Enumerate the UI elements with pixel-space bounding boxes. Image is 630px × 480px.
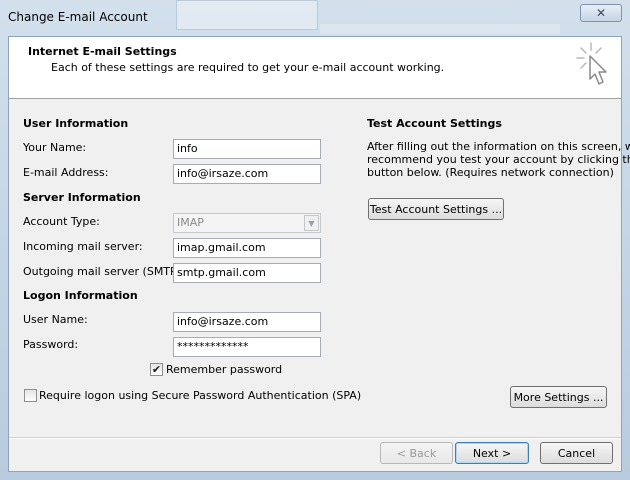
outgoing-server-label: Outgoing mail server (SMTP): (23, 265, 185, 278)
user-information-heading: User Information (23, 117, 129, 130)
remember-password-checkbox[interactable]: ✔ (150, 363, 163, 376)
test-description-line: button below. (Requires network connecti… (367, 166, 614, 179)
remember-password-label: Remember password (166, 363, 283, 376)
account-type-value: IMAP (177, 216, 204, 229)
server-information-heading: Server Information (23, 191, 141, 204)
password-label: Password: (23, 338, 79, 351)
close-button[interactable]: ✕ (580, 4, 622, 22)
outgoing-server-field[interactable]: smtp.gmail.com (173, 263, 321, 283)
incoming-server-label: Incoming mail server: (23, 240, 143, 253)
spa-label: Require logon using Secure Password Auth… (39, 389, 362, 402)
test-account-heading: Test Account Settings (367, 117, 502, 130)
close-icon: ✕ (595, 6, 607, 20)
test-description-line: After filling out the information on thi… (367, 140, 630, 153)
account-type-select: IMAP ▼ (173, 213, 321, 233)
dialog-body: Internet E-mail Settings Each of these s… (8, 36, 630, 472)
email-address-label: E-mail Address: (23, 166, 109, 179)
your-name-field[interactable]: info (173, 139, 321, 159)
back-button[interactable]: < Back (380, 442, 453, 464)
page-title: Internet E-mail Settings (28, 45, 177, 58)
cursor-sparkle-icon (576, 42, 607, 85)
account-type-label: Account Type: (23, 215, 100, 228)
more-settings-button[interactable]: More Settings ... (510, 386, 607, 408)
email-address-field[interactable]: info@irsaze.com (173, 164, 321, 184)
password-field[interactable]: ************* (173, 337, 321, 357)
dialog-window: Change E-mail Account ✕ Internet E-mail … (0, 0, 630, 480)
divider (9, 438, 621, 439)
user-name-label: User Name: (23, 313, 88, 326)
user-name-field[interactable]: info@irsaze.com (173, 312, 321, 332)
logon-information-heading: Logon Information (23, 289, 138, 302)
test-account-settings-button[interactable]: Test Account Settings ... (368, 198, 504, 220)
test-description-line: recommend you test your account by click… (367, 153, 630, 166)
incoming-server-field[interactable]: imap.gmail.com (173, 238, 321, 258)
checkmark-icon: ✔ (151, 363, 162, 376)
cancel-button[interactable]: Cancel (540, 442, 613, 464)
your-name-label: Your Name: (23, 141, 87, 154)
chevron-down-icon: ▼ (304, 215, 319, 231)
title-bar[interactable]: Change E-mail Account (0, 0, 630, 36)
dialog-header: Internet E-mail Settings Each of these s… (9, 37, 621, 99)
spa-checkbox[interactable] (24, 389, 37, 402)
page-description: Each of these settings are required to g… (51, 61, 445, 74)
window-title: Change E-mail Account (8, 10, 148, 24)
next-button[interactable]: Next > (455, 442, 529, 464)
